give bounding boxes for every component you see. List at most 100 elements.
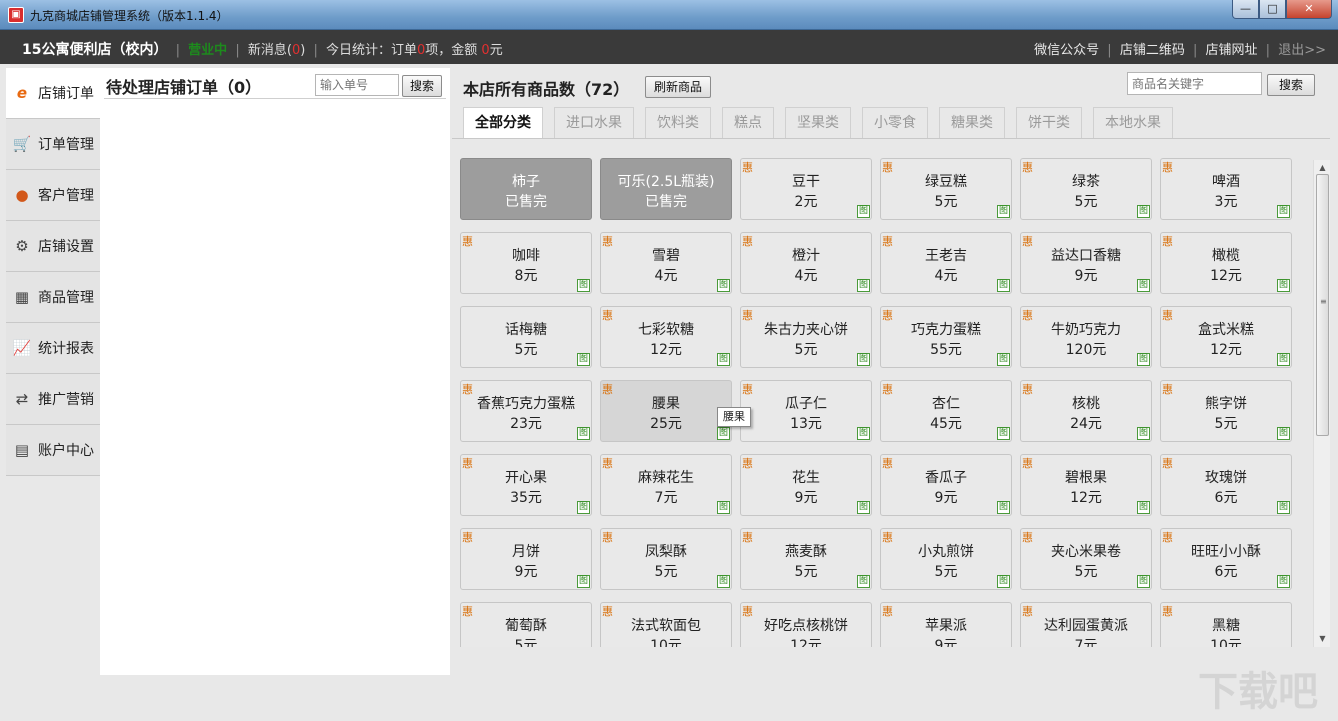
product-card[interactable]: 惠碧根果 12元图 — [1020, 454, 1152, 516]
product-card[interactable]: 惠牛奶巧克力 120元图 — [1020, 306, 1152, 368]
image-icon[interactable]: 图 — [857, 279, 870, 292]
image-icon[interactable]: 图 — [1137, 575, 1150, 588]
sidebar-item-store-orders[interactable]: e 店铺订单 — [6, 68, 100, 119]
product-card[interactable]: 惠绿茶 5元图 — [1020, 158, 1152, 220]
sidebar-item-goods-management[interactable]: ▦ 商品管理 — [6, 272, 100, 323]
sidebar-item-marketing[interactable]: ⇄ 推广营销 — [6, 374, 100, 425]
image-icon[interactable]: 图 — [577, 501, 590, 514]
image-icon[interactable]: 图 — [717, 279, 730, 292]
business-status[interactable]: 营业中 — [188, 43, 227, 58]
order-number-input[interactable] — [315, 74, 399, 96]
product-card[interactable]: 柿子 已售完 — [460, 158, 592, 220]
image-icon[interactable]: 图 — [857, 353, 870, 366]
store-url-link[interactable]: 店铺网址 — [1206, 43, 1258, 58]
image-icon[interactable]: 图 — [857, 575, 870, 588]
image-icon[interactable]: 图 — [1277, 205, 1290, 218]
product-card[interactable]: 惠盒式米糕 12元图 — [1160, 306, 1292, 368]
store-qrcode-link[interactable]: 店铺二维码 — [1120, 43, 1185, 58]
product-card[interactable]: 惠杏仁 45元图 — [880, 380, 1012, 442]
image-icon[interactable]: 图 — [717, 353, 730, 366]
product-card[interactable]: 惠巧克力蛋糕 55元图 — [880, 306, 1012, 368]
refresh-products-button[interactable]: 刷新商品 — [645, 76, 711, 98]
product-keyword-input[interactable] — [1127, 72, 1262, 95]
image-icon[interactable]: 图 — [857, 501, 870, 514]
wechat-link[interactable]: 微信公众号 — [1034, 43, 1099, 58]
tab-pastry[interactable]: 糕点 — [722, 107, 774, 138]
image-icon[interactable]: 图 — [997, 501, 1010, 514]
product-card[interactable]: 惠橙汁 4元图 — [740, 232, 872, 294]
product-card[interactable]: 惠苹果派9元图 — [880, 602, 1012, 647]
image-icon[interactable]: 图 — [577, 279, 590, 292]
scroll-down-arrow-icon[interactable]: ▼ — [1314, 631, 1331, 647]
product-card[interactable]: 惠凤梨酥 5元图 — [600, 528, 732, 590]
tab-candy[interactable]: 糖果类 — [939, 107, 1005, 138]
product-card[interactable]: 惠燕麦酥 5元图 — [740, 528, 872, 590]
sidebar-item-account[interactable]: ▤ 账户中心 — [6, 425, 100, 476]
image-icon[interactable]: 图 — [997, 353, 1010, 366]
product-card[interactable]: 惠旺旺小小酥 6元图 — [1160, 528, 1292, 590]
product-card[interactable]: 惠花生 9元图 — [740, 454, 872, 516]
image-icon[interactable]: 图 — [1277, 501, 1290, 514]
product-card[interactable]: 惠绿豆糕 5元图 — [880, 158, 1012, 220]
new-message-label[interactable]: 新消息 — [248, 43, 287, 58]
image-icon[interactable]: 图 — [577, 575, 590, 588]
product-card[interactable]: 惠益达口香糖 9元图 — [1020, 232, 1152, 294]
image-icon[interactable]: 图 — [1277, 353, 1290, 366]
product-card[interactable]: 惠葡萄酥5元图 — [460, 602, 592, 647]
image-icon[interactable]: 图 — [1137, 205, 1150, 218]
sidebar-item-customer-management[interactable]: ● 客户管理 — [6, 170, 100, 221]
order-search-button[interactable]: 搜索 — [402, 75, 442, 97]
minimize-button[interactable]: — — [1232, 0, 1259, 19]
product-card[interactable]: 惠橄榄 12元图 — [1160, 232, 1292, 294]
product-search-button[interactable]: 搜索 — [1267, 74, 1315, 96]
product-card[interactable]: 惠香蕉巧克力蛋糕 23元图 — [460, 380, 592, 442]
product-card[interactable]: 惠麻辣花生 7元图 — [600, 454, 732, 516]
tab-biscuits[interactable]: 饼干类 — [1016, 107, 1082, 138]
product-card[interactable]: 惠朱古力夹心饼 5元图 — [740, 306, 872, 368]
image-icon[interactable]: 图 — [717, 501, 730, 514]
image-icon[interactable]: 图 — [1277, 427, 1290, 440]
image-icon[interactable]: 图 — [997, 279, 1010, 292]
sidebar-item-store-settings[interactable]: ⚙ 店铺设置 — [6, 221, 100, 272]
product-scrollbar[interactable]: ▲ ≡ ▼ — [1313, 160, 1330, 647]
product-card[interactable]: 惠熊字饼 5元图 — [1160, 380, 1292, 442]
tab-snacks[interactable]: 小零食 — [862, 107, 928, 138]
product-card[interactable]: 惠月饼 9元图 — [460, 528, 592, 590]
product-card[interactable]: 惠核桃 24元图 — [1020, 380, 1152, 442]
maximize-button[interactable]: □ — [1259, 0, 1286, 19]
tab-nuts[interactable]: 坚果类 — [785, 107, 851, 138]
tab-local-fruit[interactable]: 本地水果 — [1093, 107, 1173, 138]
product-card[interactable]: 话梅糖 5元图 — [460, 306, 592, 368]
product-card[interactable]: 惠七彩软糖 12元图 — [600, 306, 732, 368]
image-icon[interactable]: 图 — [997, 205, 1010, 218]
image-icon[interactable]: 图 — [1137, 501, 1150, 514]
tab-drinks[interactable]: 饮料类 — [645, 107, 711, 138]
product-card[interactable]: 惠王老吉 4元图 — [880, 232, 1012, 294]
product-card[interactable]: 惠开心果 35元图 — [460, 454, 592, 516]
image-icon[interactable]: 图 — [577, 427, 590, 440]
image-icon[interactable]: 图 — [1137, 353, 1150, 366]
close-button[interactable]: ✕ — [1286, 0, 1332, 19]
sidebar-item-statistics[interactable]: 📈 统计报表 — [6, 323, 100, 374]
image-icon[interactable]: 图 — [997, 575, 1010, 588]
logout-link[interactable]: 退出>> — [1278, 43, 1326, 58]
product-card[interactable]: 惠雪碧 4元图 — [600, 232, 732, 294]
image-icon[interactable]: 图 — [857, 427, 870, 440]
image-icon[interactable]: 图 — [717, 427, 730, 440]
product-card[interactable]: 惠香瓜子 9元图 — [880, 454, 1012, 516]
product-card[interactable]: 惠瓜子仁 13元图 — [740, 380, 872, 442]
image-icon[interactable]: 图 — [577, 353, 590, 366]
image-icon[interactable]: 图 — [857, 205, 870, 218]
product-card[interactable]: 惠达利园蛋黄派7元图 — [1020, 602, 1152, 647]
tab-all[interactable]: 全部分类 — [463, 107, 543, 138]
image-icon[interactable]: 图 — [1137, 427, 1150, 440]
product-card[interactable]: 惠腰果 25元图 — [600, 380, 732, 442]
product-card[interactable]: 惠好吃点核桃饼12元图 — [740, 602, 872, 647]
image-icon[interactable]: 图 — [1277, 279, 1290, 292]
product-card[interactable]: 惠玫瑰饼 6元图 — [1160, 454, 1292, 516]
product-card[interactable]: 惠黑糖10元图 — [1160, 602, 1292, 647]
product-card[interactable]: 惠豆干 2元图 — [740, 158, 872, 220]
image-icon[interactable]: 图 — [717, 575, 730, 588]
tab-imported-fruit[interactable]: 进口水果 — [554, 107, 634, 138]
sidebar-item-order-management[interactable]: 🛒 订单管理 — [6, 119, 100, 170]
